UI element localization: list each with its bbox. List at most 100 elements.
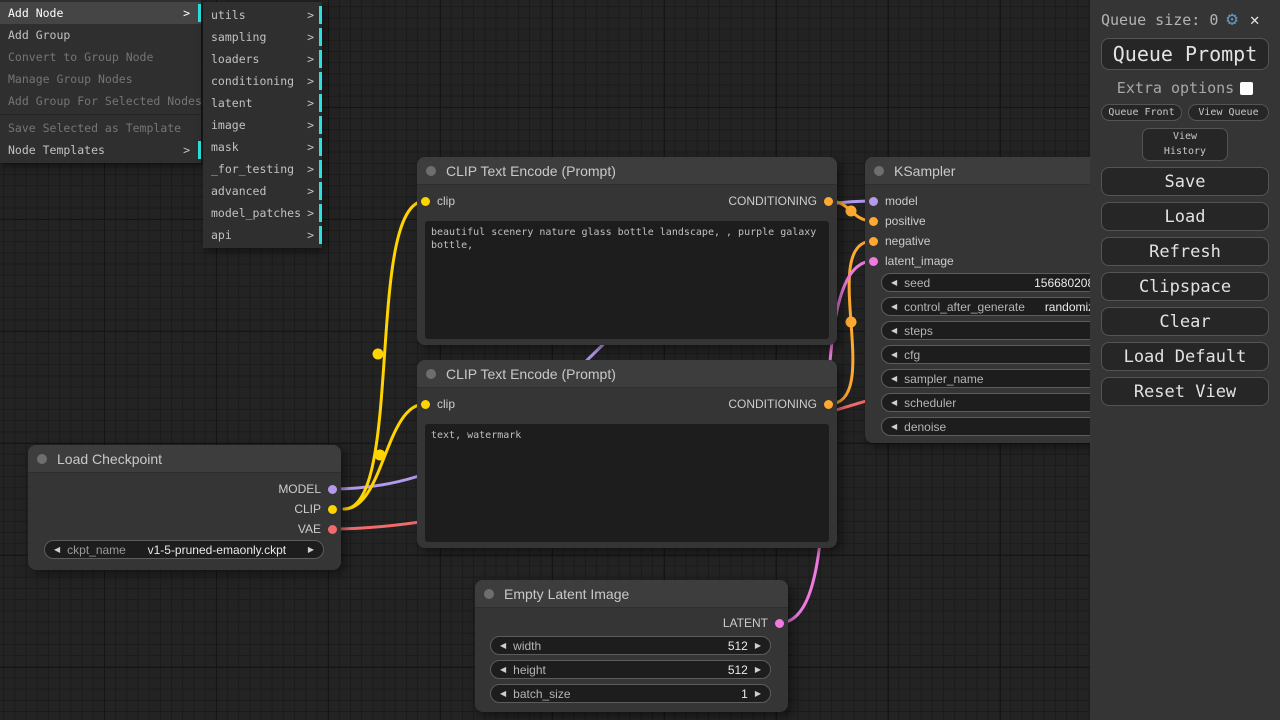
output-port-vae[interactable]	[328, 525, 337, 534]
collapse-dot-icon[interactable]	[484, 589, 494, 599]
link-midpoint-dot	[373, 349, 384, 360]
reset-view-button[interactable]: Reset View	[1101, 377, 1269, 406]
decrement-arrow-icon[interactable]: ◀	[54, 545, 60, 554]
widget-label: sampler_name	[904, 372, 983, 386]
refresh-button[interactable]: Refresh	[1101, 237, 1269, 266]
widget-sampler-name[interactable]: ◀ sampler_name ▶	[881, 369, 1124, 388]
input-port-positive[interactable]	[869, 217, 878, 226]
queue-front-button[interactable]: Queue Front	[1101, 104, 1182, 121]
decrement-arrow-icon[interactable]: ◀	[500, 665, 506, 674]
collapse-dot-icon[interactable]	[426, 369, 436, 379]
prompt-textarea[interactable]: text, watermark	[425, 424, 829, 542]
menu-separator	[0, 114, 201, 115]
output-port-conditioning[interactable]	[824, 400, 833, 409]
submenu-item-advanced[interactable]: advanced >	[203, 180, 322, 202]
collapse-dot-icon[interactable]	[37, 454, 47, 464]
menu-item-convert-to-group-node: Convert to Group Node	[0, 46, 201, 68]
widget-height[interactable]: ◀ height 512 ▶	[490, 660, 771, 679]
output-port-conditioning[interactable]	[824, 197, 833, 206]
menu-item-node-templates[interactable]: Node Templates >	[0, 139, 201, 161]
widget-seed[interactable]: ◀ seed 1566802087 ▶	[881, 273, 1124, 292]
submenu-item-latent[interactable]: latent >	[203, 92, 322, 114]
widget-batch-size[interactable]: ◀ batch_size 1 ▶	[490, 684, 771, 703]
widget-denoise[interactable]: ◀ denoise ▶	[881, 417, 1124, 436]
gear-icon[interactable]: ⚙	[1226, 10, 1237, 29]
queue-size-label: Queue size: 0	[1101, 11, 1218, 29]
increment-arrow-icon[interactable]: ▶	[308, 545, 314, 554]
save-button[interactable]: Save	[1101, 167, 1269, 196]
submenu-arrow-icon: >	[307, 136, 314, 158]
submenu-item-conditioning[interactable]: conditioning >	[203, 70, 322, 92]
collapse-dot-icon[interactable]	[426, 166, 436, 176]
node-title-bar[interactable]: Load Checkpoint	[28, 445, 341, 473]
collapse-dot-icon[interactable]	[874, 166, 884, 176]
close-icon[interactable]: ✕	[1250, 10, 1260, 29]
load-button[interactable]: Load	[1101, 202, 1269, 231]
submenu-item-sampling[interactable]: sampling >	[203, 26, 322, 48]
widget-control-after-generate[interactable]: ◀ control_after_generate randomize ▶	[881, 297, 1124, 316]
menu-item-label: image	[211, 118, 246, 132]
view-history-button[interactable]: View History	[1142, 128, 1228, 161]
submenu-item-image[interactable]: image >	[203, 114, 322, 136]
decrement-arrow-icon[interactable]: ◀	[500, 689, 506, 698]
submenu-item-mask[interactable]: mask >	[203, 136, 322, 158]
output-label: LATENT	[723, 616, 768, 630]
menu-item-label: Convert to Group Node	[8, 50, 153, 64]
widget-steps[interactable]: ◀ steps ▶	[881, 321, 1124, 340]
widget-ckpt-name[interactable]: ◀ ckpt_name v1-5-pruned-emaonly.ckpt ▶	[44, 540, 324, 559]
output-row-conditioning: CONDITIONING	[417, 394, 837, 414]
submenu-accent-bar	[319, 72, 322, 90]
view-queue-button[interactable]: View Queue	[1188, 104, 1269, 121]
node-title: Load Checkpoint	[57, 451, 162, 467]
widget-cfg[interactable]: ◀ cfg ▶	[881, 345, 1124, 364]
input-port-model[interactable]	[869, 197, 878, 206]
menu-item-add-group[interactable]: Add Group	[0, 24, 201, 46]
node-title-bar[interactable]: CLIP Text Encode (Prompt)	[417, 157, 837, 185]
menu-item-add-node[interactable]: Add Node >	[0, 2, 201, 24]
input-port-negative[interactable]	[869, 237, 878, 246]
submenu-item-for-testing[interactable]: _for_testing >	[203, 158, 322, 180]
widget-label: height	[513, 663, 546, 677]
node-empty-latent-image: Empty Latent Image LATENT ◀ width 512 ▶ …	[475, 580, 788, 712]
increment-arrow-icon[interactable]: ▶	[755, 641, 761, 650]
decrement-arrow-icon[interactable]: ◀	[891, 398, 897, 407]
output-port-latent[interactable]	[775, 619, 784, 628]
widget-value: 512	[728, 663, 748, 677]
clear-button[interactable]: Clear	[1101, 307, 1269, 336]
menu-item-label: Manage Group Nodes	[8, 72, 133, 86]
decrement-arrow-icon[interactable]: ◀	[891, 278, 897, 287]
extra-options-checkbox[interactable]	[1240, 82, 1253, 95]
widget-scheduler[interactable]: ◀ scheduler ▶	[881, 393, 1124, 412]
node-title: CLIP Text Encode (Prompt)	[446, 366, 616, 382]
node-title-bar[interactable]: Empty Latent Image	[475, 580, 788, 608]
decrement-arrow-icon[interactable]: ◀	[891, 374, 897, 383]
submenu-accent-bar	[319, 28, 322, 46]
clipspace-button[interactable]: Clipspace	[1101, 272, 1269, 301]
decrement-arrow-icon[interactable]: ◀	[500, 641, 506, 650]
increment-arrow-icon[interactable]: ▶	[755, 665, 761, 674]
output-label: CLIP	[294, 502, 321, 516]
output-port-clip[interactable]	[328, 505, 337, 514]
extra-options-row: Extra options	[1090, 79, 1280, 97]
queue-prompt-button[interactable]: Queue Prompt	[1101, 38, 1269, 70]
submenu-item-model-patches[interactable]: model_patches >	[203, 202, 322, 224]
menu-item-label: advanced	[211, 184, 266, 198]
decrement-arrow-icon[interactable]: ◀	[891, 422, 897, 431]
submenu-item-api[interactable]: api >	[203, 224, 322, 246]
submenu-accent-bar	[198, 141, 201, 159]
output-port-model[interactable]	[328, 485, 337, 494]
input-port-latent-image[interactable]	[869, 257, 878, 266]
increment-arrow-icon[interactable]: ▶	[755, 689, 761, 698]
prompt-textarea[interactable]: beautiful scenery nature glass bottle la…	[425, 221, 829, 339]
link-midpoint-dot	[375, 450, 386, 461]
widget-width[interactable]: ◀ width 512 ▶	[490, 636, 771, 655]
decrement-arrow-icon[interactable]: ◀	[891, 326, 897, 335]
widget-value: 512	[728, 639, 748, 653]
submenu-item-utils[interactable]: utils >	[203, 4, 322, 26]
load-default-button[interactable]: Load Default	[1101, 342, 1269, 371]
submenu-item-loaders[interactable]: loaders >	[203, 48, 322, 70]
decrement-arrow-icon[interactable]: ◀	[891, 302, 897, 311]
node-title-bar[interactable]: CLIP Text Encode (Prompt)	[417, 360, 837, 388]
menu-item-save-selected-as-template: Save Selected as Template	[0, 117, 201, 139]
decrement-arrow-icon[interactable]: ◀	[891, 350, 897, 359]
